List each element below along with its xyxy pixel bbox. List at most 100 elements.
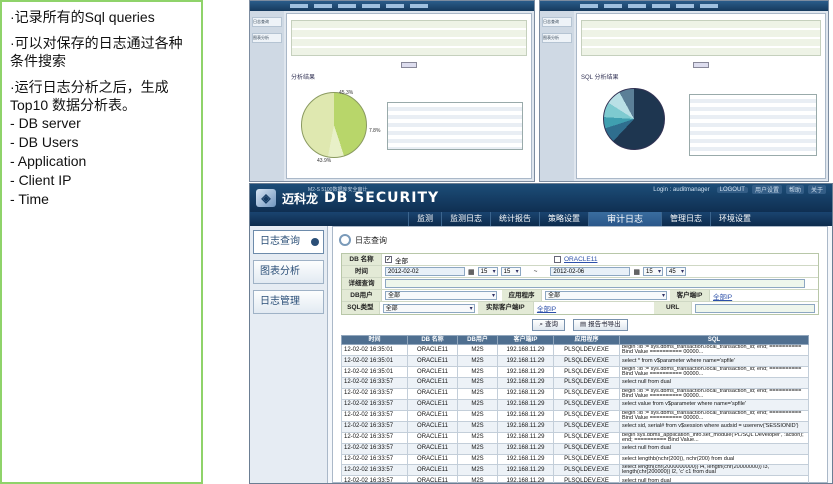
thumb-sidebar: 日志查询 图表分析: [250, 11, 284, 181]
table-row[interactable]: 12-02-02 16:33:57 ORACLE11 M2S 192.168.11.2…: [341, 399, 809, 411]
document-icon: ▤: [579, 321, 587, 328]
detail-query-input[interactable]: [385, 279, 805, 288]
report-export-button[interactable]: ▤ 报告书导出: [572, 319, 628, 331]
app-select[interactable]: 全部: [545, 291, 667, 300]
col-application[interactable]: 应用程序: [553, 335, 620, 345]
table-cell: 12-02-02 16:33:57: [341, 443, 408, 455]
form-row-user: DB用户 全部 应用程序 全部 客户端IP 全部IP: [342, 290, 818, 302]
help-button[interactable]: 帮助: [785, 185, 804, 194]
client-ip-label: 客户端IP: [670, 290, 710, 301]
table-row[interactable]: 12-02-02 16:33:57 ORACLE11 M2S 192.168.11.2…: [341, 453, 809, 466]
table-cell: M2S: [457, 443, 498, 455]
table-row[interactable]: 12-02-02 16:33:57 ORACLE11 M2S 192.168.11.2…: [341, 431, 809, 445]
sql-type-select[interactable]: 全部: [382, 303, 475, 313]
col-client-ip[interactable]: 客户端IP: [497, 335, 554, 345]
table-cell: begin :id := sys.dbms_transaction.local_…: [619, 343, 809, 357]
table-cell: PLSQLDEV.EXE: [553, 409, 620, 423]
form-row-time: 时间 2012-02-02 ▦ 15 15 ~ 2012-02-06 ▦ 15 …: [342, 266, 818, 278]
table-row[interactable]: 12-02-02 16:35:01 ORACLE11 M2S 192.168.11.2…: [341, 343, 809, 357]
table-row[interactable]: 12-02-02 16:33:57 ORACLE11 M2S 192.168.11.2…: [341, 475, 809, 483]
table-cell: M2S: [457, 365, 498, 379]
form-row-sql: SQL类型 全部 实际客户端IP 全部IP URL: [342, 302, 819, 314]
table-cell: 12-02-02 16:33:57: [341, 453, 408, 466]
table-row[interactable]: 12-02-02 16:35:01 ORACLE11 M2S 192.168.11.2…: [341, 355, 809, 367]
table-cell: ORACLE11: [407, 365, 458, 379]
table-row[interactable]: 12-02-02 16:33:57 ORACLE11 M2S 192.168.11.2…: [341, 464, 809, 477]
url-field: [692, 302, 819, 314]
table-row[interactable]: 12-02-02 16:35:01 ORACLE11 M2S 192.168.11.2…: [341, 365, 809, 379]
report-button-label: 报告书导出: [588, 321, 621, 328]
table-cell: ORACLE11: [407, 464, 458, 477]
db-user-select[interactable]: 全部: [385, 291, 497, 300]
table-row[interactable]: 12-02-02 16:33:57 ORACLE11 M2S 192.168.11.2…: [341, 377, 809, 389]
table-row[interactable]: 12-02-02 16:33:57 ORACLE11 M2S 192.168.11.2…: [341, 387, 809, 401]
nav-audit-log[interactable]: 审计日志: [588, 212, 662, 226]
table-cell: select * from v$parameter where name='sp…: [619, 355, 809, 367]
nav-statistics[interactable]: 统计报告: [490, 212, 539, 226]
table-cell: 12-02-02 16:33:57: [341, 399, 408, 411]
table-cell: begin :id := sys.dbms_transaction.local_…: [619, 409, 809, 423]
minute-to-select[interactable]: 45: [666, 267, 687, 276]
sidebar-item-log-query[interactable]: 日志查询: [253, 230, 324, 254]
table-cell: ORACLE11: [407, 399, 458, 411]
nav-policy[interactable]: 策略设置: [539, 212, 588, 226]
query-button[interactable]: ⌕ 查询: [532, 319, 565, 331]
date-to-input[interactable]: 2012-02-06: [550, 267, 631, 276]
col-db-name[interactable]: DB 名称: [407, 335, 458, 345]
table-cell: 12-02-02 16:35:01: [341, 343, 408, 357]
all-db-checkbox[interactable]: ✓: [385, 256, 392, 263]
nav-monitor-log[interactable]: 监测日志: [441, 212, 490, 226]
range-separator: ~: [533, 268, 538, 275]
table-cell: select value from v$parameter where name…: [619, 399, 809, 411]
table-cell: ORACLE11: [407, 453, 458, 466]
thumb-table: [689, 94, 817, 156]
hour-to-select[interactable]: 15: [643, 267, 664, 276]
date-from-input[interactable]: 2012-02-02: [385, 267, 465, 276]
nav-admin-log[interactable]: 管理日志: [661, 212, 710, 226]
minute-from-select[interactable]: 15: [500, 267, 521, 276]
table-row[interactable]: 12-02-02 16:33:57 ORACLE11 M2S 192.168.11.2…: [341, 409, 809, 423]
thumb-pie-label: 7.8%: [369, 128, 381, 134]
calendar-icon[interactable]: ▦: [468, 268, 475, 276]
nav-monitor[interactable]: 监测: [408, 212, 441, 226]
login-area: Login : auditmanager LOGOUT 用户设置 帮助 关于: [650, 185, 826, 194]
app-window: ◈ 迈科龙 DB SECURITY M2-S 5100数据库安全审计 Login…: [249, 183, 833, 484]
page-title-icon: [339, 234, 351, 246]
about-button[interactable]: 关于: [807, 185, 826, 194]
sql-type-label: SQL类型: [342, 302, 380, 314]
real-client-ip-label: 实际客户端IP: [477, 302, 534, 314]
table-row[interactable]: 12-02-02 16:33:57 ORACLE11 M2S 192.168.11.2…: [341, 421, 809, 433]
real-client-ip-link[interactable]: 全部IP: [537, 303, 556, 313]
table-cell: ORACLE11: [407, 409, 458, 423]
sidebar-item-chart-analysis[interactable]: 图表分析: [253, 260, 324, 284]
col-time[interactable]: 时间: [341, 335, 408, 345]
note-line-2: ·可以对保存的日志通过各种条件搜索: [10, 35, 183, 69]
table-cell: ORACLE11: [407, 387, 458, 401]
table-row[interactable]: 12-02-02 16:33:57 ORACLE11 M2S 192.168.11.2…: [341, 443, 809, 455]
note-item-time: Time: [10, 190, 193, 209]
sidebar-item-log-management[interactable]: 日志管理: [253, 290, 324, 314]
logout-button[interactable]: LOGOUT: [716, 186, 748, 193]
oracle-checkbox[interactable]: [554, 256, 561, 263]
hour-from-select[interactable]: 15: [477, 267, 498, 276]
oracle-link[interactable]: ORACLE11: [564, 256, 597, 263]
search-form: DB 名称 ✓ 全部 ORACLE11 时间 2012-02-02 ▦ 15 1…: [341, 253, 819, 315]
table-cell: select length(chr(2000000000)) l4, lengt…: [619, 464, 809, 477]
client-ip-link[interactable]: 全部IP: [713, 291, 732, 301]
page-title: 日志查询: [355, 235, 387, 245]
table-cell: M2S: [457, 399, 498, 411]
nav-environment[interactable]: 环境设置: [710, 212, 759, 226]
table-cell: 12-02-02 16:33:57: [341, 431, 408, 445]
user-settings-button[interactable]: 用户设置: [751, 185, 782, 194]
col-db-user[interactable]: DB用户: [457, 335, 498, 345]
calendar-icon[interactable]: ▦: [633, 268, 640, 276]
col-sql[interactable]: SQL: [619, 335, 809, 345]
thumbnail-chart-analysis: 日志查询 图表分析 分析结果 45.3% 7.8% 43.9%: [249, 0, 535, 182]
table-cell: PLSQLDEV.EXE: [553, 453, 620, 466]
table-cell: 192.168.11.29: [497, 464, 554, 477]
table-cell: M2S: [457, 387, 498, 401]
note-item-client-ip: Client IP: [10, 171, 193, 190]
url-input[interactable]: [695, 303, 816, 313]
note-line-1: ·记录所有的Sql queries: [10, 9, 155, 25]
log-table-body: 12-02-02 16:35:01 ORACLE11 M2S 192.168.11.2…: [341, 343, 809, 483]
